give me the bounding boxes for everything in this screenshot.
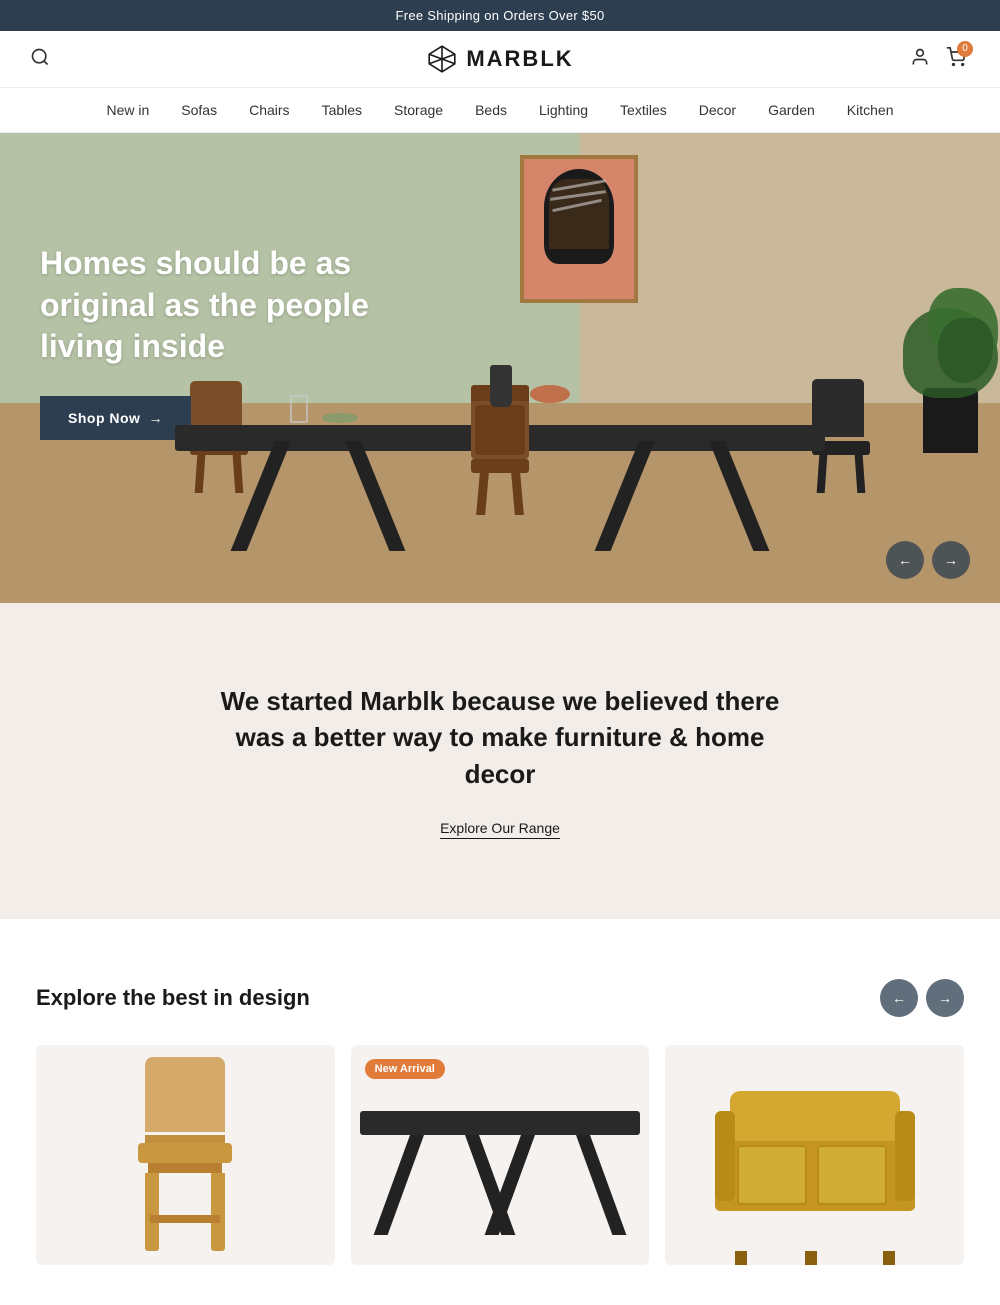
announcement-bar: Free Shipping on Orders Over $50: [0, 0, 1000, 31]
plant: [923, 388, 978, 453]
product-table-illustration: [360, 1071, 640, 1251]
hero-slider-nav: ← →: [886, 541, 970, 579]
logo-icon: [426, 43, 458, 75]
nav-item-sofas[interactable]: Sofas: [181, 102, 217, 118]
nav-item-storage[interactable]: Storage: [394, 102, 443, 118]
products-next-icon: →: [938, 990, 952, 1006]
account-icon[interactable]: [910, 47, 930, 72]
nav-item-beds[interactable]: Beds: [475, 102, 507, 118]
cart-icon[interactable]: 0: [946, 47, 966, 72]
wall-painting: [520, 155, 638, 303]
products-section-title: Explore the best in design: [36, 985, 310, 1011]
hero-section: Homes should be as original as the peopl…: [0, 133, 1000, 603]
nav-item-tables[interactable]: Tables: [322, 102, 362, 118]
products-section: Explore the best in design ← →: [0, 919, 1000, 1305]
products-nav: ← →: [880, 979, 964, 1017]
products-header: Explore the best in design ← →: [36, 979, 964, 1017]
table-items: [290, 395, 366, 428]
nav-item-garden[interactable]: Garden: [768, 102, 815, 118]
arrow-icon: →: [148, 410, 163, 426]
header-right: 0: [910, 47, 970, 72]
hero-next-button[interactable]: →: [932, 541, 970, 579]
product-sofa-illustration: [715, 1071, 915, 1251]
product-card-chair[interactable]: [36, 1045, 335, 1265]
hero-prev-button[interactable]: ←: [886, 541, 924, 579]
main-nav: New in Sofas Chairs Tables Storage Beds …: [0, 88, 1000, 133]
shop-now-label: Shop Now: [68, 410, 140, 426]
shop-now-button[interactable]: Shop Now →: [40, 396, 191, 440]
search-icon[interactable]: [30, 47, 50, 72]
logo-text: MARBLK: [466, 46, 573, 72]
nav-item-new-in[interactable]: New in: [106, 102, 149, 118]
products-next-button[interactable]: →: [926, 979, 964, 1017]
site-logo[interactable]: MARBLK: [426, 43, 573, 75]
products-prev-button[interactable]: ←: [880, 979, 918, 1017]
nav-item-decor[interactable]: Decor: [699, 102, 736, 118]
product-card-sofa[interactable]: [665, 1045, 964, 1265]
nav-item-chairs[interactable]: Chairs: [249, 102, 289, 118]
product-badge-new-arrival: New Arrival: [365, 1059, 445, 1079]
cart-count: 0: [957, 41, 973, 57]
product-card-table[interactable]: New Arrival: [351, 1045, 650, 1265]
nav-item-textiles[interactable]: Textiles: [620, 102, 667, 118]
header-left: [30, 47, 90, 72]
mission-title: We started Marblk because we believed th…: [220, 683, 780, 792]
mission-section: We started Marblk because we believed th…: [0, 603, 1000, 919]
products-grid: New Arrival: [36, 1045, 964, 1265]
nav-item-kitchen[interactable]: Kitchen: [847, 102, 894, 118]
next-arrow-icon: →: [944, 552, 958, 568]
prev-arrow-icon: ←: [898, 552, 912, 568]
nav-item-lighting[interactable]: Lighting: [539, 102, 588, 118]
announcement-text: Free Shipping on Orders Over $50: [395, 8, 604, 23]
hero-headline: Homes should be as original as the peopl…: [40, 243, 380, 368]
site-header: MARBLK 0: [0, 31, 1000, 88]
products-prev-icon: ←: [892, 990, 906, 1006]
explore-range-link[interactable]: Explore Our Range: [440, 820, 560, 839]
product-chair-illustration: [100, 1057, 270, 1257]
